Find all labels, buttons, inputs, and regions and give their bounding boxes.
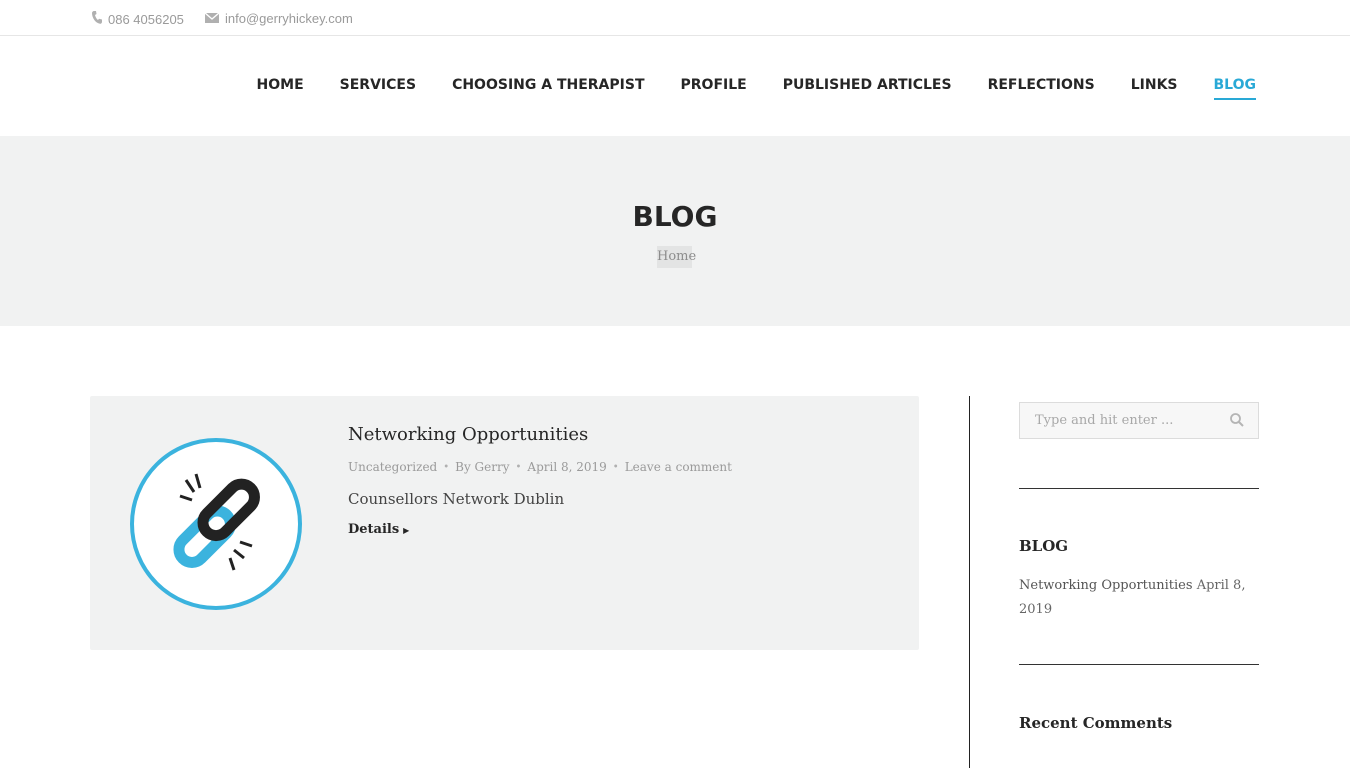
nav-item-profile[interactable]: PROFILE xyxy=(681,77,747,98)
post-excerpt: Counsellors Network Dublin xyxy=(348,490,565,508)
post-category-link[interactable]: Uncategorized xyxy=(348,460,437,474)
sidebar-separator xyxy=(1019,488,1259,489)
phone-icon xyxy=(92,11,102,27)
meta-separator: • xyxy=(612,461,619,473)
nav-item-reflections[interactable]: REFLECTIONS xyxy=(988,77,1095,98)
breadcrumb-home[interactable]: Home xyxy=(657,246,696,268)
sidebar-divider xyxy=(969,396,970,768)
post-author-link[interactable]: By Gerry xyxy=(455,460,509,474)
details-label: Details xyxy=(348,522,400,537)
page-title-band: BLOG Home xyxy=(0,136,1350,326)
top-bar: 086 4056205 info@gerryhickey.com xyxy=(0,0,1350,36)
widget-title-blog: BLOG xyxy=(1019,537,1069,555)
nav-item-published-articles[interactable]: PUBLISHED ARTICLES xyxy=(783,77,952,98)
mail-icon xyxy=(204,11,220,26)
email-address: info@gerryhickey.com xyxy=(225,11,353,26)
recent-posts-widget: Networking Opportunities April 8, 2019 xyxy=(1019,574,1259,622)
nav-item-services[interactable]: SERVICES xyxy=(340,77,416,98)
recent-post-link[interactable]: Networking Opportunities xyxy=(1019,578,1193,593)
site-header: HOME SERVICES CHOOSING A THERAPIST PROFI… xyxy=(0,36,1350,136)
phone-contact[interactable]: 086 4056205 xyxy=(92,11,184,27)
post-date-link[interactable]: April 8, 2019 xyxy=(527,460,606,474)
search-input[interactable] xyxy=(1020,403,1220,438)
sidebar-search xyxy=(1019,402,1259,439)
widget-title-recent-comments: Recent Comments xyxy=(1019,714,1173,732)
nav-item-home[interactable]: HOME xyxy=(257,77,304,98)
page-title: BLOG xyxy=(632,200,718,233)
email-contact[interactable]: info@gerryhickey.com xyxy=(204,11,353,26)
broken-link-icon[interactable] xyxy=(130,438,302,610)
search-icon[interactable] xyxy=(1230,413,1244,427)
main-navigation: HOME SERVICES CHOOSING A THERAPIST PROFI… xyxy=(221,77,1256,100)
post-meta: Uncategorized • By Gerry • April 8, 2019… xyxy=(348,460,732,474)
meta-separator: • xyxy=(515,461,522,473)
nav-item-links[interactable]: LINKS xyxy=(1131,77,1178,98)
caret-right-icon: ▶ xyxy=(403,524,410,535)
post-comments-link[interactable]: Leave a comment xyxy=(625,460,732,474)
post-title-link[interactable]: Networking Opportunities xyxy=(348,424,588,445)
nav-item-blog[interactable]: BLOG xyxy=(1213,77,1256,100)
phone-number: 086 4056205 xyxy=(108,11,184,27)
blog-post-card: Networking Opportunities Uncategorized •… xyxy=(90,396,919,650)
details-button[interactable]: Details ▶ xyxy=(348,522,409,537)
nav-item-choosing-a-therapist[interactable]: CHOOSING A THERAPIST xyxy=(452,77,644,98)
meta-separator: • xyxy=(443,461,450,473)
sidebar-separator xyxy=(1019,664,1259,665)
